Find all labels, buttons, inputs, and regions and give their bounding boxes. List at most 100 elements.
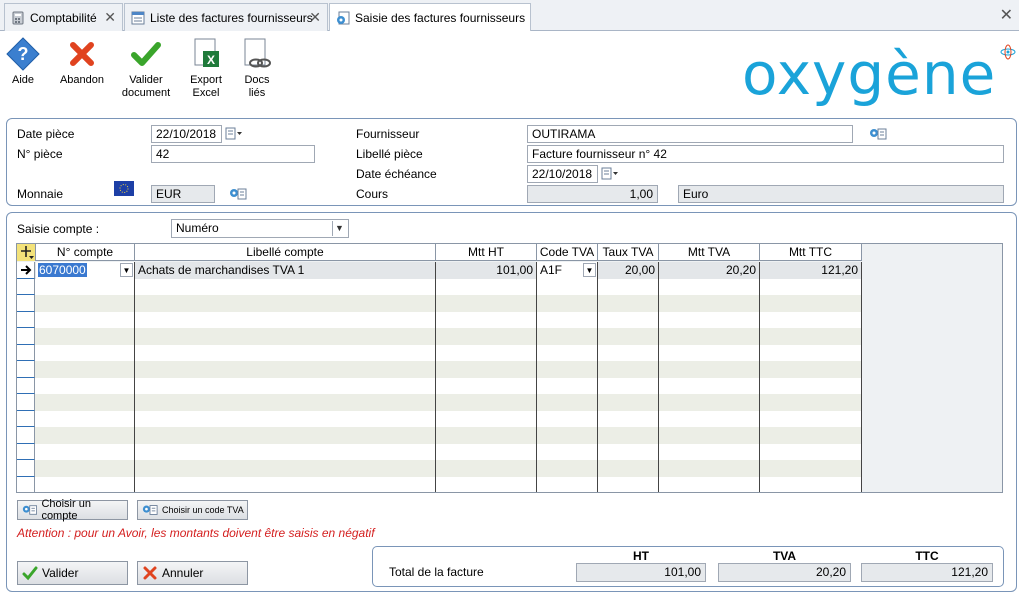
choose-vat-button[interactable]: Choisir un code TVA (137, 500, 248, 520)
grid-cell[interactable] (537, 476, 598, 492)
grid-cell[interactable] (436, 443, 537, 460)
grid-cell[interactable] (760, 311, 862, 328)
grid-cell[interactable] (36, 278, 135, 295)
grid-cell[interactable] (135, 344, 436, 361)
fournisseur-field[interactable]: OUTIRAMA (527, 125, 853, 143)
grid-cell[interactable] (659, 410, 760, 427)
grid-cell[interactable] (436, 328, 537, 345)
table-row[interactable] (17, 344, 862, 361)
grid-cell[interactable] (36, 427, 135, 444)
grid-cell[interactable] (36, 410, 135, 427)
grid-cell[interactable] (135, 427, 436, 444)
grid-cell[interactable] (135, 278, 436, 295)
table-row[interactable] (17, 361, 862, 378)
date-piece-field[interactable]: 22/10/2018 (151, 125, 222, 143)
grid-cell[interactable] (760, 460, 862, 477)
grid-cell[interactable] (537, 394, 598, 411)
calendar-icon[interactable] (225, 127, 243, 141)
tab-saisie-factures[interactable]: Saisie des factures fournisseurs (329, 3, 531, 32)
grid-cell[interactable] (659, 361, 760, 378)
grid-cell[interactable] (760, 427, 862, 444)
grid-cell[interactable] (135, 394, 436, 411)
grid-cell[interactable] (36, 460, 135, 477)
grid-cell[interactable] (436, 427, 537, 444)
grid-cell[interactable] (537, 344, 598, 361)
row-indicator[interactable] (17, 443, 35, 460)
grid-cell[interactable] (36, 295, 135, 312)
grid-cell[interactable] (436, 377, 537, 394)
row-indicator[interactable] (17, 377, 35, 394)
grid-cell[interactable] (760, 476, 862, 492)
grid-cell[interactable] (436, 476, 537, 492)
grid-cell[interactable] (760, 377, 862, 394)
validate-document-button[interactable]: Valider document (120, 37, 172, 100)
grid-cell[interactable] (135, 443, 436, 460)
entries-grid[interactable]: N° compte Libellé compte Mtt HT Code TVA… (16, 243, 1003, 493)
table-row[interactable] (17, 311, 862, 328)
grid-cell[interactable] (760, 295, 862, 312)
grid-cell[interactable] (436, 344, 537, 361)
grid-cell[interactable] (659, 377, 760, 394)
grid-cell[interactable] (598, 443, 659, 460)
grid-cell[interactable] (436, 311, 537, 328)
col-header-mtt-ht[interactable]: Mtt HT (436, 244, 537, 261)
table-row[interactable] (17, 476, 862, 492)
close-icon[interactable]: ✕ (309, 10, 321, 24)
grid-cell[interactable] (135, 377, 436, 394)
col-header-mtt-tva[interactable]: Mtt TVA (659, 244, 760, 261)
choose-account-button[interactable]: Choisir un compte (17, 498, 128, 522)
libelle-field[interactable]: Facture fournisseur n° 42 (527, 145, 1004, 163)
grid-cell[interactable] (36, 344, 135, 361)
grid-cell[interactable] (659, 344, 760, 361)
cancel-button[interactable]: Annuler (137, 561, 248, 585)
grid-cell[interactable] (36, 328, 135, 345)
col-header-compte[interactable]: N° compte (36, 244, 135, 261)
row-indicator[interactable] (17, 278, 35, 295)
grid-cell[interactable] (135, 410, 436, 427)
grid-cell[interactable] (659, 311, 760, 328)
grid-cell[interactable] (659, 443, 760, 460)
grid-cell[interactable] (760, 394, 862, 411)
grid-cell[interactable] (659, 460, 760, 477)
grid-cell[interactable] (537, 328, 598, 345)
grid-cell[interactable] (135, 295, 436, 312)
grid-cell[interactable] (537, 377, 598, 394)
row-indicator[interactable] (17, 394, 35, 411)
col-header-mtt-ttc[interactable]: Mtt TTC (760, 244, 862, 261)
num-piece-field[interactable]: 42 (151, 145, 315, 163)
grid-cell[interactable] (537, 443, 598, 460)
saisie-mode-select[interactable]: Numéro ▼ (171, 219, 349, 238)
grid-cell[interactable] (135, 476, 436, 492)
cell-mtt-ttc[interactable]: 121,20 (760, 262, 862, 279)
grid-cell[interactable] (537, 361, 598, 378)
lookup-icon[interactable] (229, 187, 247, 201)
grid-cell[interactable] (598, 295, 659, 312)
row-indicator[interactable] (17, 311, 35, 328)
echeance-field[interactable]: 22/10/2018 (527, 165, 598, 183)
chevron-down-icon[interactable]: ▼ (583, 263, 596, 277)
row-indicator[interactable] (17, 410, 35, 427)
grid-cell[interactable] (436, 410, 537, 427)
grid-cell[interactable] (436, 361, 537, 378)
row-indicator[interactable] (17, 344, 35, 361)
grid-cell[interactable] (436, 394, 537, 411)
table-row[interactable] (17, 460, 862, 477)
row-indicator[interactable] (17, 295, 35, 312)
grid-cell[interactable] (760, 344, 862, 361)
row-indicator[interactable] (17, 328, 35, 345)
grid-cell[interactable] (135, 361, 436, 378)
calendar-icon[interactable] (601, 167, 619, 181)
grid-cell[interactable] (36, 377, 135, 394)
grid-cell[interactable] (598, 278, 659, 295)
grid-cell[interactable] (598, 361, 659, 378)
table-row[interactable] (17, 443, 862, 460)
row-indicator[interactable] (17, 427, 35, 444)
tab-comptabilite[interactable]: Comptabilité ✕ (4, 3, 123, 31)
grid-cell[interactable] (760, 410, 862, 427)
grid-cell[interactable] (598, 410, 659, 427)
grid-cell[interactable] (598, 460, 659, 477)
grid-cell[interactable] (436, 278, 537, 295)
cell-libelle[interactable]: Achats de marchandises TVA 1 (135, 262, 436, 279)
grid-cell[interactable] (598, 344, 659, 361)
grid-cell[interactable] (36, 476, 135, 492)
